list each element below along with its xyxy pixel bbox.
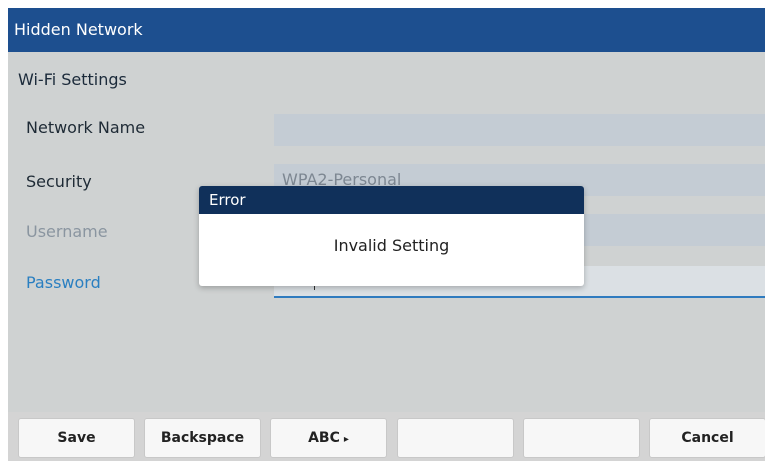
softkey-empty-2[interactable] [523, 418, 640, 458]
abc-input-mode-button[interactable]: ABC ▸ [270, 418, 387, 458]
password-label: Password [26, 273, 101, 292]
section-title: Wi-Fi Settings [18, 70, 127, 89]
cancel-button-label: Cancel [681, 430, 734, 446]
save-button-label: Save [57, 430, 96, 446]
error-dialog: Error Invalid Setting [199, 186, 584, 286]
backspace-button[interactable]: Backspace [144, 418, 261, 458]
username-label: Username [26, 222, 108, 241]
title-bar: Hidden Network [8, 8, 765, 52]
softkey-empty-1[interactable] [397, 418, 514, 458]
triangle-right-icon: ▸ [343, 434, 349, 445]
softkey-bar: Save Backspace ABC ▸ Cancel [8, 412, 765, 461]
security-label: Security [26, 172, 92, 191]
screen: Hidden Network Wi-Fi Settings Network Na… [0, 0, 765, 461]
network-name-field[interactable] [274, 114, 765, 146]
backspace-button-label: Backspace [160, 430, 245, 446]
abc-button-label: ABC [308, 430, 340, 446]
error-dialog-title: Error [199, 186, 584, 214]
window-title: Hidden Network [14, 20, 143, 39]
save-button[interactable]: Save [18, 418, 135, 458]
network-name-label: Network Name [26, 118, 146, 137]
error-dialog-message: Invalid Setting [333, 236, 450, 255]
cancel-button[interactable]: Cancel [649, 418, 765, 458]
